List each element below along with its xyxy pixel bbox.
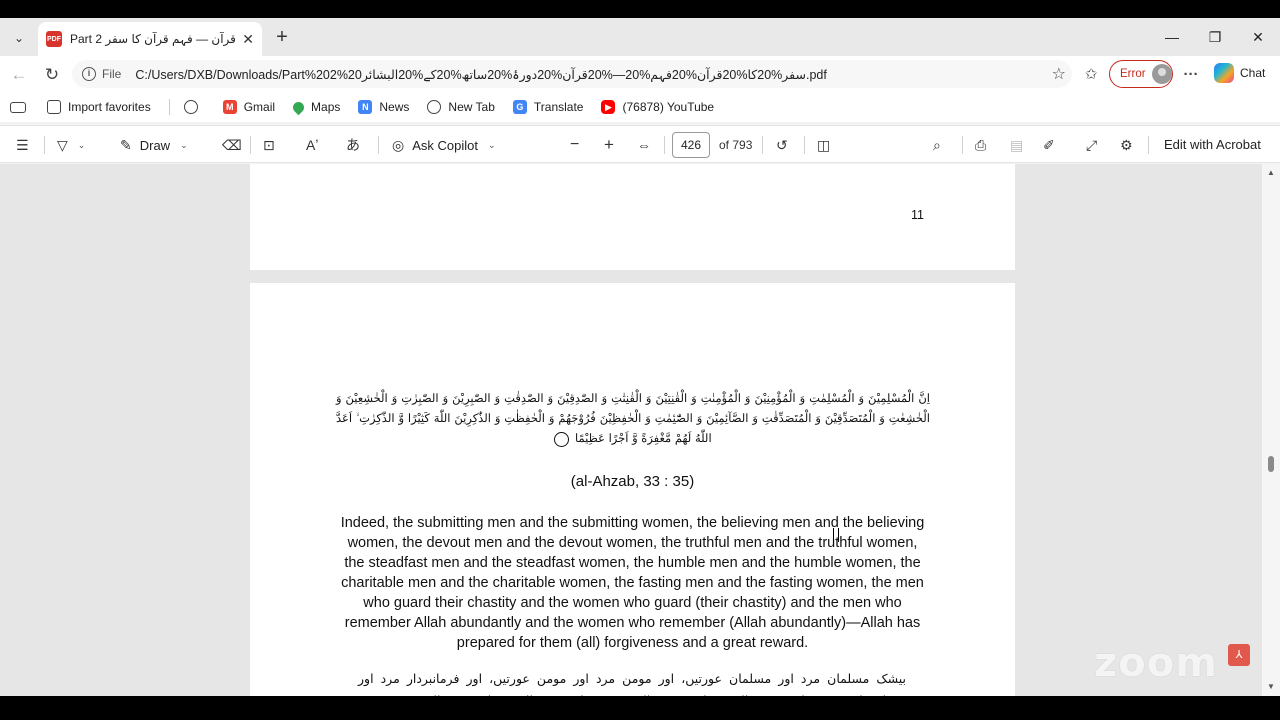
urdu-translation: بیشک مسلمان مرد اور مسلمان عورتیں، اور م…	[358, 671, 906, 696]
url-text[interactable]: C:/Users/DXB/Downloads/Part%202%20سفر%20…	[135, 67, 1072, 82]
draw-tool[interactable]: ✎ Draw ⌄	[120, 134, 188, 156]
pen-icon: ✎	[120, 136, 132, 153]
toolbar-divider	[250, 136, 251, 154]
copilot-outline-icon: ◎	[392, 136, 405, 153]
browser-window: ⌄ PDF Part 2 دورۂ قرآن — فہمِ قرآن کا سف…	[0, 18, 1280, 696]
save-icon[interactable]: ▤	[1010, 134, 1023, 156]
favorite-import-favorites[interactable]: Import favorites	[47, 100, 151, 114]
address-row: ← ↻ i File C:/Users/DXB/Downloads/Part%2…	[0, 56, 1280, 92]
tab-title: Part 2 دورۂ قرآن — فہمِ قرآن کا سفر	[70, 32, 236, 46]
copilot-chat-button[interactable]: Chat	[1214, 63, 1265, 83]
page-view-icon[interactable]: ◫	[817, 134, 830, 156]
gmail-icon: M	[222, 100, 237, 114]
reading-view-icon[interactable]	[10, 101, 33, 113]
arabic-verse: اِنَّ الْمُسْلِمِيْنَ وَ الْمُسْلِمٰتِ و…	[336, 388, 930, 448]
rotate-icon[interactable]: ↺	[776, 134, 788, 156]
favorite-translate[interactable]: G Translate	[512, 100, 583, 114]
restore-icon[interactable]: ❐	[1201, 26, 1229, 48]
toolbar-divider	[762, 136, 763, 154]
more-options-icon[interactable]: ···	[1180, 63, 1202, 87]
translate-icon: G	[512, 100, 527, 114]
zoom-in-icon[interactable]: +	[604, 134, 614, 156]
verse-reference: (al-Ahzab, 33 : 35)	[570, 473, 695, 490]
favorite-news[interactable]: N News	[358, 100, 409, 114]
acrobat-icon: ⅄	[1228, 644, 1250, 666]
copilot-icon	[1214, 63, 1234, 83]
vertical-scrollbar[interactable]: ▲ ▼	[1262, 164, 1280, 696]
save-as-icon[interactable]: ✐	[1043, 134, 1055, 156]
toolbar-divider	[378, 136, 379, 154]
contents-list-icon[interactable]: ☰	[16, 134, 29, 156]
globe-icon	[427, 100, 442, 114]
favorite-youtube[interactable]: ▶ (76878) YouTube	[601, 100, 714, 114]
text-cursor-icon	[833, 528, 839, 542]
toolbar-divider	[44, 136, 45, 154]
favorite-globe[interactable]	[183, 100, 205, 114]
search-icon[interactable]: ⌕	[933, 134, 941, 156]
address-bar[interactable]: i File C:/Users/DXB/Downloads/Part%202%2…	[72, 60, 1072, 88]
fullscreen-icon[interactable]: ⤢	[1086, 134, 1097, 156]
favorite-star-icon[interactable]: ☆	[1052, 64, 1066, 84]
tab-strip: ⌄ PDF Part 2 دورۂ قرآن — فہمِ قرآن کا سف…	[0, 18, 1280, 56]
ayah-end-marker-icon	[554, 431, 570, 447]
pdf-page-previous: 11	[250, 164, 1015, 270]
translate-text-icon[interactable]: あ	[346, 134, 360, 156]
tab-actions-chevron-down-icon[interactable]: ⌄	[6, 25, 32, 51]
pdf-icon: PDF	[46, 31, 62, 47]
chat-label: Chat	[1240, 66, 1266, 80]
toolbar-divider	[804, 136, 805, 154]
minimize-icon[interactable]: —	[1158, 26, 1186, 48]
edit-with-acrobat-button[interactable]: Edit with Acrobat	[1164, 137, 1261, 152]
page-number-input[interactable]: 426	[672, 132, 710, 158]
settings-gear-icon[interactable]: ⚙	[1120, 134, 1133, 156]
arabic-verse-text: اِنَّ الْمُسْلِمِيْنَ وَ الْمُسْلِمٰتِ و…	[336, 391, 930, 445]
toolbar-divider	[962, 136, 963, 154]
info-icon[interactable]: i	[82, 67, 96, 81]
screen-top-border	[0, 0, 1280, 18]
pdf-page-current: اِنَّ الْمُسْلِمِيْنَ وَ الْمُسْلِمٰتِ و…	[250, 283, 1015, 696]
active-tab[interactable]: PDF Part 2 دورۂ قرآن — فہمِ قرآن کا سفر …	[38, 22, 262, 56]
page-total: of 793	[719, 138, 753, 152]
favorites-bar: Import favorites M Gmail Maps N News New…	[0, 92, 1280, 122]
tab-close-icon[interactable]: ✕	[242, 31, 254, 48]
globe-icon	[183, 100, 198, 114]
scrollbar-thumb[interactable]	[1268, 456, 1274, 472]
window-close-icon[interactable]: ✕	[1244, 26, 1272, 48]
fit-width-icon[interactable]: ⇔	[637, 134, 651, 156]
profile-error-button[interactable]: Error	[1109, 60, 1173, 88]
maps-icon	[290, 99, 307, 115]
youtube-icon: ▶	[601, 100, 616, 114]
favorite-maps[interactable]: Maps	[290, 99, 340, 115]
toolbar-divider	[664, 136, 665, 154]
back-arrow-icon[interactable]: ←	[7, 63, 31, 87]
pdf-toolbar: ☰ ▽ ⌄ ✎ Draw ⌄ ⌫ ⊡ A͏ʼ あ ◎ Ask Copilot ⌄ …	[0, 125, 1280, 163]
page-number-label: 11	[911, 208, 924, 222]
news-icon: N	[358, 100, 373, 114]
eraser-icon[interactable]: ⌫	[222, 134, 242, 156]
scheme-label: File	[102, 67, 122, 81]
favorites-icon[interactable]: ✩	[1080, 63, 1102, 87]
scroll-up-arrow-icon[interactable]: ▲	[1266, 168, 1276, 177]
text-box-icon[interactable]: ⊡	[263, 134, 275, 156]
favorites-divider	[168, 99, 170, 115]
favorite-new-tab[interactable]: New Tab	[427, 100, 495, 114]
highlight-tool[interactable]: ▽ ⌄	[57, 134, 85, 156]
toolbar-divider	[1148, 136, 1149, 154]
new-tab-plus-icon[interactable]: +	[270, 26, 294, 50]
print-icon[interactable]: ⎙	[975, 134, 986, 156]
ask-copilot-button[interactable]: ◎ Ask Copilot ⌄	[392, 134, 496, 156]
folder-icon	[47, 100, 61, 114]
zoom-out-icon[interactable]: −	[570, 134, 579, 156]
scroll-down-arrow-icon[interactable]: ▼	[1266, 682, 1276, 691]
refresh-icon[interactable]: ↻	[40, 63, 64, 87]
error-label: Error	[1120, 68, 1146, 80]
favorite-gmail[interactable]: M Gmail	[222, 100, 275, 114]
read-aloud-icon[interactable]: A͏ʼ	[306, 134, 318, 156]
zoom-watermark: zoom	[1094, 640, 1218, 686]
pdf-document-area[interactable]: 11 اِنَّ الْمُسْلِمِيْنَ وَ الْمُسْلِمٰت…	[0, 164, 1262, 696]
avatar	[1151, 64, 1172, 84]
highlighter-icon: ▽	[57, 136, 68, 153]
screen-bottom-border	[0, 696, 1280, 720]
